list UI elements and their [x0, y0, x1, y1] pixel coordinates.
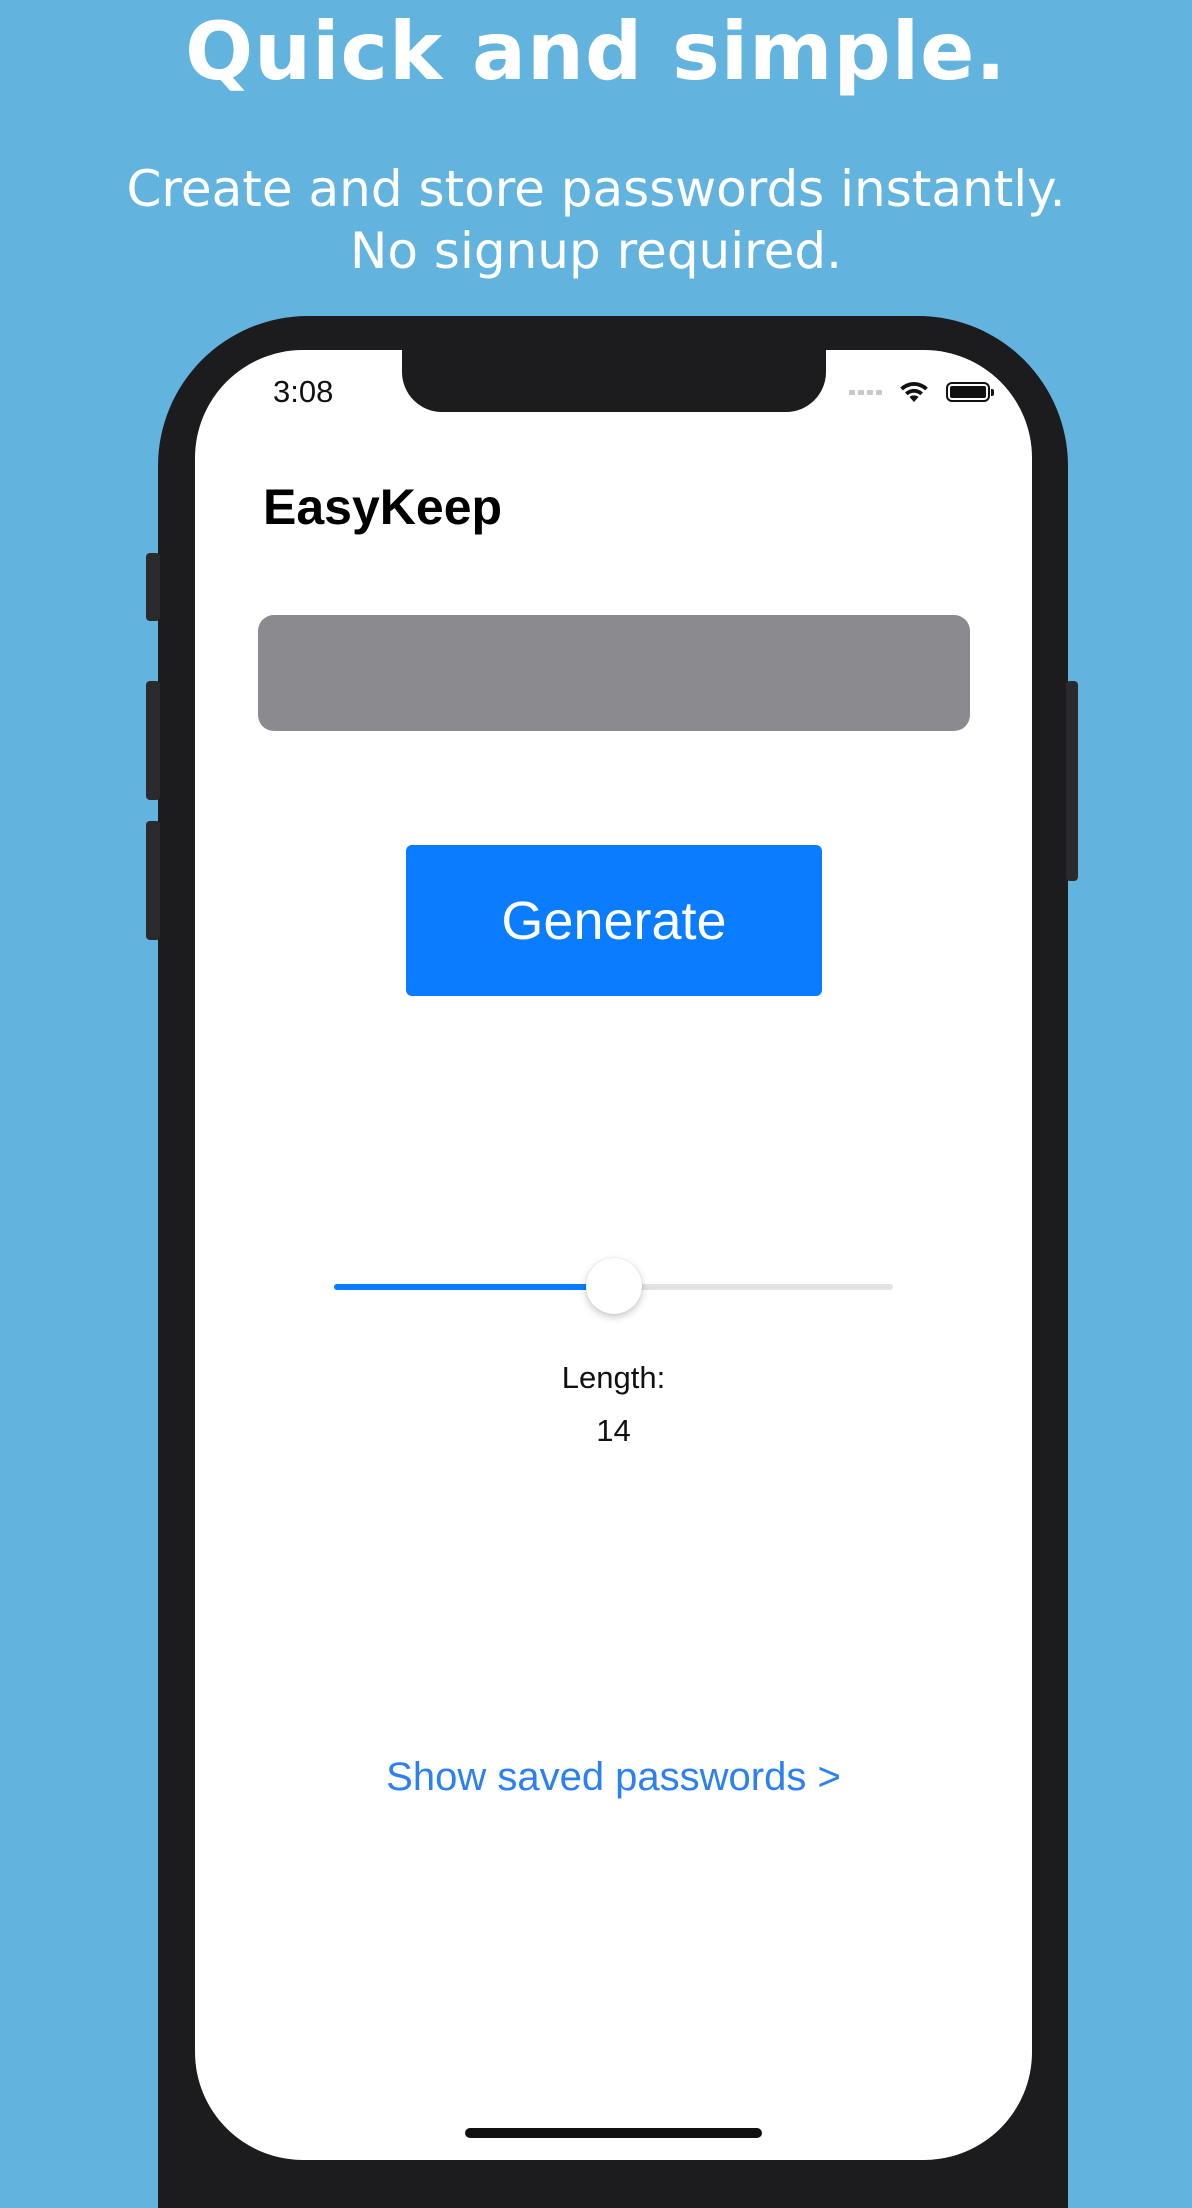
status-time: 3:08: [273, 374, 334, 409]
app-title: EasyKeep: [263, 479, 503, 535]
length-slider-thumb[interactable]: [586, 1258, 642, 1314]
promo-subline: Create and store passwords instantly. No…: [0, 158, 1192, 282]
phone-silent-switch: [146, 553, 160, 621]
promo-headline: Quick and simple.: [185, 5, 1007, 98]
phone-power-button: [1066, 681, 1078, 881]
length-slider[interactable]: [334, 1258, 893, 1314]
generate-button[interactable]: Generate: [406, 845, 822, 996]
promo-subline-line-1: Create and store passwords instantly.: [126, 160, 1066, 218]
phone-screen: 3:08 EasyKeep Generate Length: 14 Show s…: [195, 350, 1032, 2160]
length-label: Length:: [561, 1360, 666, 1395]
wifi-icon: [900, 381, 928, 402]
length-slider-fill: [334, 1284, 614, 1290]
password-field[interactable]: [258, 615, 970, 731]
signal-dots-icon: [849, 389, 882, 395]
length-value: 14: [596, 1413, 631, 1448]
phone-volume-up-button: [146, 681, 160, 800]
phone-notch: [402, 350, 826, 412]
home-indicator: [465, 2128, 762, 2138]
show-saved-passwords-link[interactable]: Show saved passwords >: [195, 1755, 1032, 1800]
status-icons: [849, 380, 994, 404]
promo-subline-line-2: No signup required.: [350, 222, 842, 280]
phone-volume-down-button: [146, 821, 160, 940]
battery-icon: [946, 382, 994, 402]
